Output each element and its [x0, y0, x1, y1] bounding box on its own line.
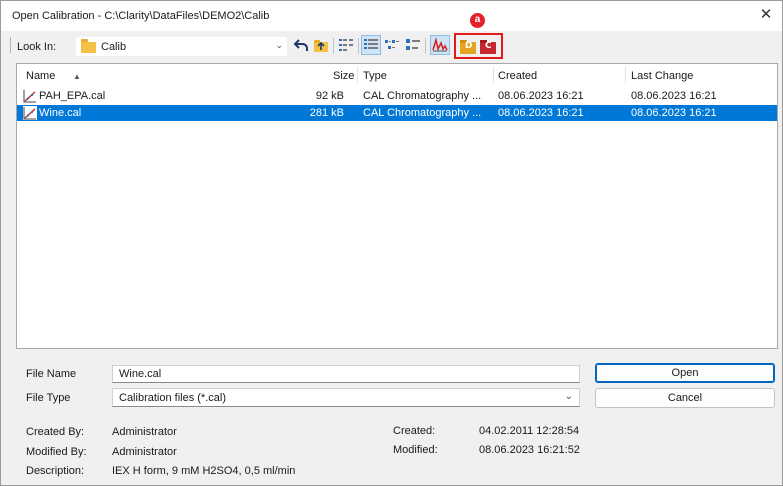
chevron-down-icon[interactable]: ⌄ — [275, 40, 283, 51]
column-header-size[interactable]: Size — [333, 70, 354, 82]
file-size: 92 kB — [315, 90, 344, 102]
small-icons-view-icon[interactable] — [383, 36, 401, 54]
list-header: Name ▲ Size Type Created Last Change — [17, 64, 777, 86]
preview-chromatogram-icon[interactable] — [430, 35, 450, 55]
chevron-down-icon[interactable]: ⌄ — [565, 391, 573, 402]
column-header-type[interactable]: Type — [363, 70, 387, 82]
open-calibration-dialog: Open Calibration - C:\Clarity\DataFiles\… — [0, 0, 783, 486]
modified-label: Modified: — [393, 444, 438, 456]
file-type-select[interactable]: Calibration files (*.cal) ⌄ — [112, 388, 580, 407]
toolbar-grip[interactable] — [10, 37, 12, 53]
file-created: 08.06.2023 16:21 — [498, 90, 584, 102]
column-header-last-change[interactable]: Last Change — [631, 70, 693, 82]
look-in-label: Look In: — [17, 41, 57, 53]
file-name: PAH_EPA.cal — [39, 90, 106, 102]
column-divider[interactable] — [625, 67, 626, 83]
highlight-box — [454, 33, 503, 59]
sort-ascending-icon: ▲ — [73, 72, 81, 81]
description-value: IEX H form, 9 mM H2SO4, 0,5 ml/min — [112, 465, 296, 477]
file-type: CAL Chromatography ... — [363, 90, 482, 102]
up-folder-icon[interactable] — [312, 36, 330, 54]
description-label: Description: — [26, 465, 85, 477]
file-type-label: File Type — [26, 392, 71, 404]
column-divider[interactable] — [493, 67, 494, 83]
file-list[interactable]: Name ▲ Size Type Created Last Change PAH… — [16, 63, 778, 349]
file-name-label: File Name — [26, 368, 77, 380]
toolbar: Look In: Calib ⌄ D C — [1, 31, 782, 59]
modified-value: 08.06.2023 16:21:52 — [479, 444, 580, 456]
file-name: Wine.cal — [39, 107, 82, 119]
cancel-button[interactable]: Cancel — [595, 388, 775, 408]
toolbar-separator — [358, 38, 359, 54]
file-name-input[interactable]: Wine.cal — [112, 365, 580, 383]
file-row[interactable]: PAH_EPA.cal 92 kB CAL Chromatography ...… — [17, 88, 777, 104]
list-view-icon[interactable] — [337, 36, 355, 54]
look-in-combo[interactable]: Calib ⌄ — [76, 37, 287, 56]
file-type: CAL Chromatography ... — [363, 107, 482, 119]
window-title: Open Calibration - C:\Clarity\DataFiles\… — [12, 10, 270, 22]
folder-icon — [81, 39, 96, 53]
file-row-selected[interactable]: Wine.cal 281 kB CAL Chromatography ... 0… — [17, 105, 777, 121]
look-in-value: Calib — [101, 41, 127, 53]
modified-by-label: Modified By: — [26, 446, 87, 458]
calibration-file-icon — [23, 106, 37, 120]
column-header-created[interactable]: Created — [498, 70, 537, 82]
annotation-badge: a — [470, 13, 485, 28]
calibration-file-icon — [23, 90, 36, 103]
file-last-change: 08.06.2023 16:21 — [631, 107, 717, 119]
created-by-label: Created By: — [26, 426, 85, 438]
modified-by-value: Administrator — [112, 446, 177, 458]
file-type-value: Calibration files (*.cal) — [119, 392, 226, 404]
column-divider[interactable] — [357, 67, 358, 83]
details-view-icon[interactable] — [361, 35, 381, 55]
toolbar-separator — [333, 38, 334, 54]
title-bar: Open Calibration - C:\Clarity\DataFiles\… — [1, 1, 782, 31]
file-size: 281 kB — [309, 107, 344, 119]
created-by-value: Administrator — [112, 426, 177, 438]
created-label: Created: — [393, 425, 436, 437]
file-last-change: 08.06.2023 16:21 — [631, 90, 717, 102]
open-button[interactable]: Open — [595, 363, 775, 383]
close-icon[interactable]: ✕ — [753, 4, 779, 26]
file-name-value: Wine.cal — [119, 368, 162, 380]
created-value: 04.02.2011 12:28:54 — [479, 425, 580, 437]
toolbar-separator — [425, 38, 426, 54]
back-arrow-icon[interactable] — [292, 36, 310, 54]
column-header-name[interactable]: Name — [26, 70, 55, 82]
large-icons-view-icon[interactable] — [404, 36, 422, 54]
file-created: 08.06.2023 16:21 — [498, 107, 584, 119]
